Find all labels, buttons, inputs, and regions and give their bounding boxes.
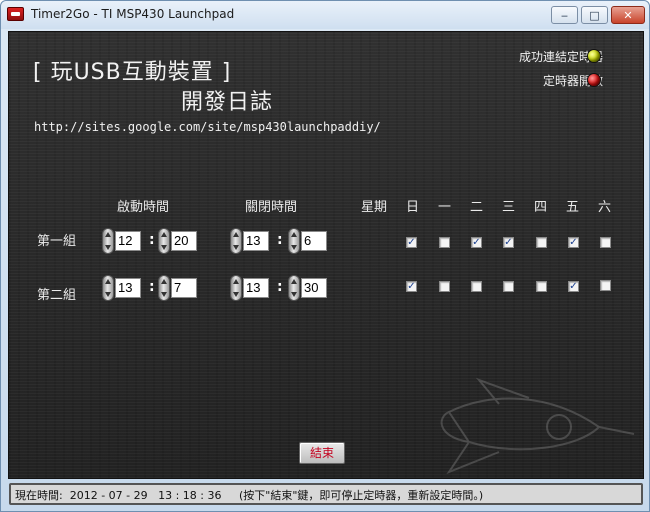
heading-title: [ 玩USB互動裝置 ] [33,60,232,85]
time-separator: : [149,279,155,295]
group-2-start-minute-field[interactable]: 7 [171,278,197,298]
time-separator: : [149,232,155,248]
time-separator: : [277,279,283,295]
group-2-stop-minute-spinner[interactable] [288,275,300,301]
stop-time-header: 關閉時間 [245,200,298,215]
stop-button[interactable]: 結束 [299,442,345,464]
day-header-fri: 五 [566,200,580,215]
heading-subtitle: 開發日誌 [181,90,274,115]
group-1-tue-checkbox[interactable]: ✓ [471,237,482,248]
day-header-mon: 一 [438,200,452,215]
group-2-wed-checkbox[interactable] [503,281,514,292]
app-window: Timer2Go - TI MSP430 Launchpad ‒ □ ✕ [ 玩… [0,0,650,512]
maximize-button[interactable]: □ [581,6,608,24]
group-1-stop-minute-field[interactable]: 6 [301,231,327,251]
group-1-start-minute-spinner[interactable] [158,228,170,254]
close-button[interactable]: ✕ [611,6,645,24]
time-separator: : [277,232,283,248]
title-bar[interactable]: Timer2Go - TI MSP430 Launchpad ‒ □ ✕ [1,1,649,29]
group-2-thu-checkbox[interactable] [536,281,547,292]
timer-on-led-icon [587,73,601,87]
site-url: http://sites.google.com/site/msp430launc… [34,120,381,134]
group-2-stop-hour-field[interactable]: 13 [243,278,269,298]
group-2-sun-checkbox[interactable]: ✓ [406,281,417,292]
group-1-stop-hour-field[interactable]: 13 [243,231,269,251]
group-2-label: 第二組 [37,288,77,303]
group-1-fri-checkbox[interactable]: ✓ [568,237,579,248]
group-1-stop-hour-spinner[interactable] [230,228,242,254]
weekday-header: 星期 [361,200,388,215]
group-2-tue-checkbox[interactable] [471,281,482,292]
group-2-stop-minute-field[interactable]: 30 [301,278,327,298]
group-1-mon-checkbox[interactable] [439,237,450,248]
group-2-mon-checkbox[interactable] [439,281,450,292]
group-1-thu-checkbox[interactable] [536,237,547,248]
group-1-start-minute-field[interactable]: 20 [171,231,197,251]
rocket-watermark-icon [440,377,635,475]
day-header-tue: 二 [470,200,484,215]
group-1-sat-checkbox[interactable] [600,237,611,248]
group-2-fri-checkbox[interactable]: ✓ [568,281,579,292]
day-header-wed: 三 [502,200,516,215]
group-2-sat-checkbox[interactable] [600,280,611,291]
group-2-stop-hour-spinner[interactable] [230,275,242,301]
start-time-header: 啟動時間 [117,200,170,215]
status-text: 現在時間: 2012 - 07 - 29 13 : 18 : 36 (按下"結束… [15,489,484,502]
day-header-sun: 日 [406,200,420,215]
group-2-start-hour-field[interactable]: 13 [115,278,141,298]
app-icon[interactable] [7,7,24,21]
group-1-sun-checkbox[interactable]: ✓ [406,237,417,248]
main-panel: [ 玩USB互動裝置 ] 開發日誌 http://sites.google.co… [8,31,644,479]
group-1-label: 第一組 [37,234,77,249]
minimize-button[interactable]: ‒ [551,6,578,24]
connected-led-icon [587,49,601,63]
group-1-start-hour-field[interactable]: 12 [115,231,141,251]
day-header-thu: 四 [534,200,548,215]
group-1-start-hour-spinner[interactable] [102,228,114,254]
group-2-start-hour-spinner[interactable] [102,275,114,301]
window-title: Timer2Go - TI MSP430 Launchpad [31,7,235,21]
group-1-stop-minute-spinner[interactable] [288,228,300,254]
day-header-sat: 六 [598,200,612,215]
group-2-start-minute-spinner[interactable] [158,275,170,301]
status-bar: 現在時間: 2012 - 07 - 29 13 : 18 : 36 (按下"結束… [9,483,643,505]
group-1-wed-checkbox[interactable]: ✓ [503,237,514,248]
